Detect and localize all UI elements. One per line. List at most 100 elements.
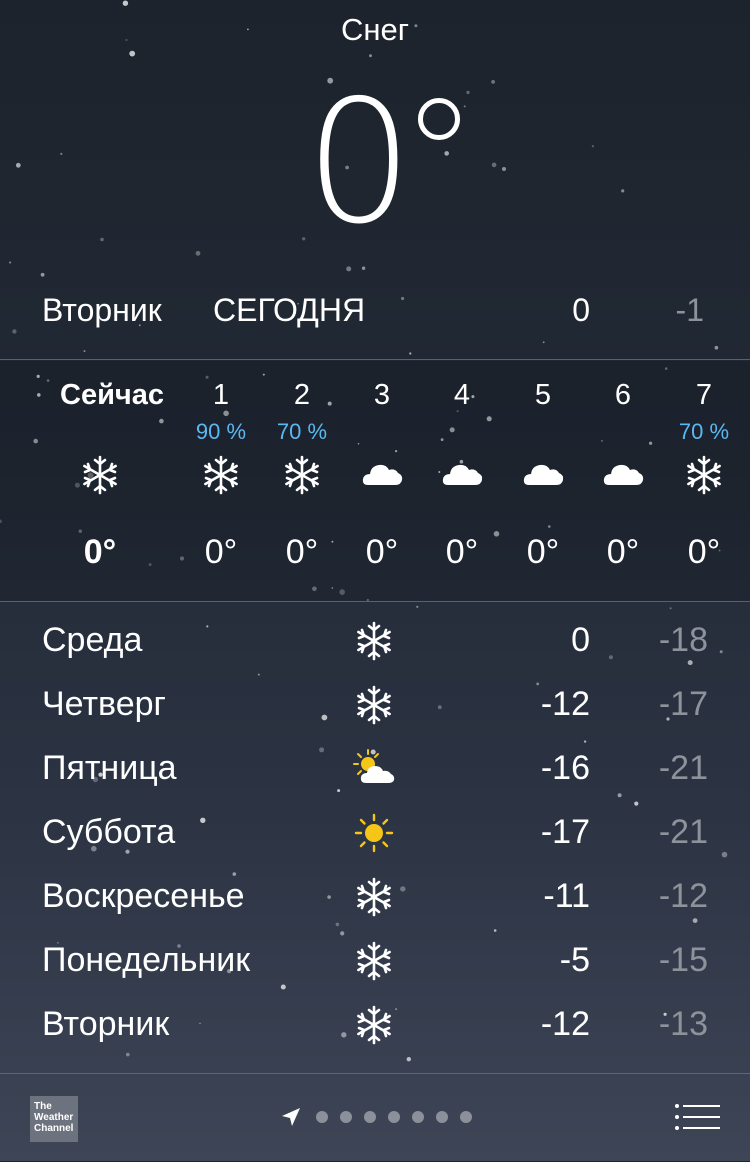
snow-speck	[100, 237, 104, 242]
precip-probability: 70 %	[276, 419, 328, 444]
daily-high: -12	[540, 1005, 590, 1043]
daily-row: Вторник -12 -13	[0, 999, 750, 1055]
page-dot[interactable]	[436, 1111, 448, 1123]
snowflake-icon	[199, 453, 243, 497]
snowflake-icon	[352, 875, 396, 919]
precip-probability: 90 %	[195, 419, 247, 444]
hour-column: 5 0°	[503, 361, 583, 601]
daily-day: Вторник	[42, 1005, 170, 1043]
snow-speck	[369, 54, 372, 58]
page-dot[interactable]	[412, 1111, 424, 1123]
list-icon[interactable]	[674, 1102, 720, 1132]
current-temperature: 0	[305, 64, 414, 262]
cloud-icon	[601, 453, 645, 497]
hour-temp: 0°	[526, 533, 560, 571]
daily-day: Четверг	[42, 685, 166, 723]
daily-low: -17	[658, 685, 708, 723]
hour-time: 1	[212, 379, 230, 411]
snow-speck	[60, 152, 63, 155]
degree-symbol	[418, 98, 460, 140]
snow-speck	[129, 50, 136, 57]
snow-speck	[621, 189, 625, 193]
page-dot[interactable]	[340, 1111, 352, 1123]
daily-row: Четверг -12 -17	[0, 679, 750, 735]
snow-speck	[669, 607, 672, 610]
snow-speck	[122, 0, 129, 6]
daily-low: -18	[658, 621, 708, 659]
snowflake-icon	[682, 453, 726, 497]
hour-column: 2 70 % 0°	[262, 361, 342, 601]
page-dot[interactable]	[460, 1111, 472, 1123]
today-summary: Вторник сегодня 0 -1	[0, 292, 750, 336]
hour-time: 6	[614, 379, 632, 411]
cloud-icon	[521, 453, 565, 497]
weather-channel-logo[interactable]: The Weather Channel	[30, 1096, 78, 1142]
daily-high: -11	[543, 877, 590, 915]
daily-day: Суббота	[42, 813, 176, 851]
daily-high: -17	[540, 813, 590, 851]
today-label: сегодня	[213, 292, 366, 328]
snow-speck	[444, 151, 450, 156]
snowflake-icon	[78, 453, 122, 497]
hour-temp: 0°	[687, 533, 721, 571]
snow-speck	[591, 145, 595, 148]
hour-time: Сейчас	[60, 379, 164, 411]
precip-probability: 70 %	[678, 419, 730, 444]
current-condition: Снег	[340, 12, 410, 47]
daily-day: Воскресенье	[42, 877, 245, 915]
snowflake-icon	[352, 1003, 396, 1047]
snow-speck	[257, 673, 260, 676]
daily-day: Понедельник	[42, 941, 251, 979]
daily-high: 0	[571, 621, 590, 659]
cloud-icon	[360, 453, 404, 497]
hour-column: Сейчас 0°	[60, 361, 164, 601]
snow-speck	[542, 341, 545, 344]
daily-low: -15	[658, 941, 708, 979]
page-dot[interactable]	[364, 1111, 376, 1123]
hour-temp: 0°	[285, 533, 319, 571]
hour-time: 7	[695, 379, 713, 411]
snow-speck	[15, 162, 21, 168]
daily-row: Воскресенье -11 -12	[0, 871, 750, 927]
page-dot[interactable]	[388, 1111, 400, 1123]
sun-icon	[352, 811, 396, 855]
daily-row: Среда 0 -18	[0, 615, 750, 671]
snowflake-icon	[352, 619, 396, 663]
sun-cloud-icon	[352, 747, 396, 791]
hour-temp: 0°	[445, 533, 479, 571]
daily-high: -5	[559, 941, 590, 979]
snow-speck	[416, 605, 419, 608]
hour-time: 5	[534, 379, 552, 411]
daily-day: Среда	[42, 621, 143, 659]
hour-time: 3	[373, 379, 391, 411]
snow-speck	[634, 801, 639, 806]
hour-time: 4	[453, 379, 471, 411]
today-day: Вторник	[42, 292, 162, 328]
divider	[0, 359, 750, 360]
daily-low: -21	[658, 813, 708, 851]
page-indicator[interactable]	[316, 1111, 472, 1123]
daily-low: -13	[658, 1005, 708, 1043]
hour-column: 6 0°	[583, 361, 663, 601]
snow-speck	[40, 272, 45, 277]
hourly-forecast[interactable]: Сейчас 0° 1 90 % 0° 2 70 % 0° 3 0° 4 0° …	[0, 361, 750, 601]
hour-column: 4 0°	[422, 361, 502, 601]
daily-high: -12	[540, 685, 590, 723]
daily-row: Понедельник -5 -15	[0, 935, 750, 991]
footer-toolbar: The Weather Channel	[0, 1073, 750, 1162]
location-arrow-icon	[282, 1108, 300, 1126]
page-dot[interactable]	[316, 1111, 328, 1123]
divider	[0, 601, 750, 602]
snow-speck	[466, 90, 470, 95]
snow-speck	[714, 345, 719, 350]
daily-row: Пятница -16 -21	[0, 743, 750, 799]
hour-column: 1 90 % 0°	[181, 361, 261, 601]
snowflake-icon	[352, 683, 396, 727]
hour-temp: 0°	[204, 533, 238, 571]
hour-temp: 0°	[365, 533, 399, 571]
hour-temp: 0°	[83, 533, 117, 571]
snow-speck	[463, 105, 466, 108]
daily-day: Пятница	[42, 749, 177, 787]
snowflake-icon	[280, 453, 324, 497]
snow-speck	[406, 1057, 411, 1062]
